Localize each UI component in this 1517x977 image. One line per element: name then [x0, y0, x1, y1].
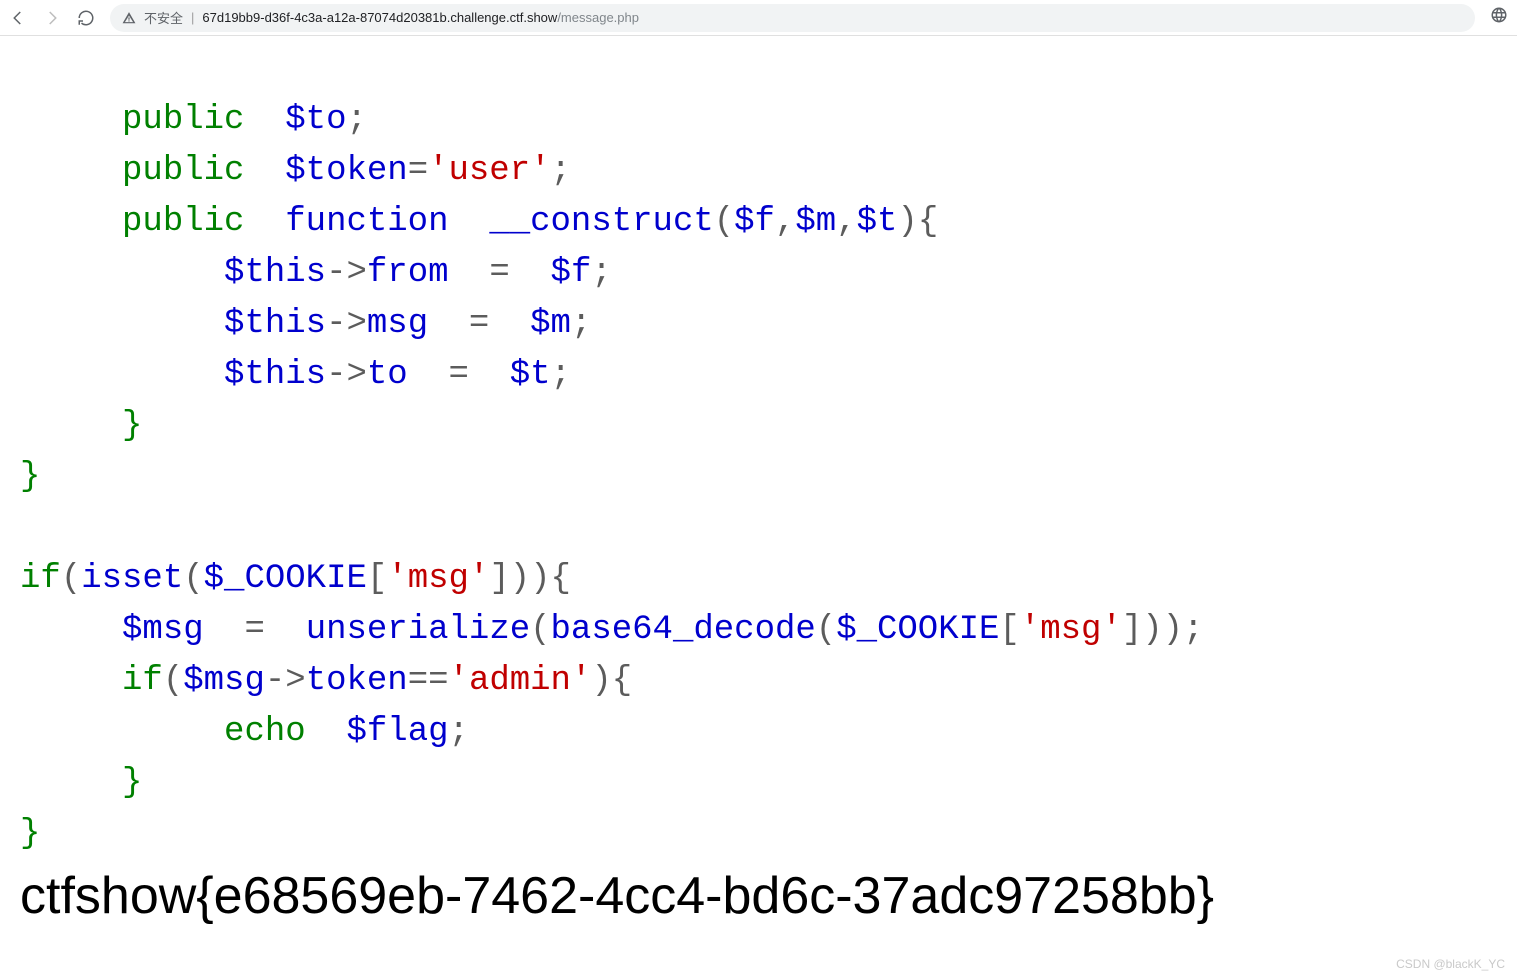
code-line: public $token='user';	[20, 152, 571, 190]
back-button[interactable]	[8, 8, 28, 28]
code-viewport: public $to; public $token='user'; public…	[0, 36, 1517, 860]
code-line: }	[20, 815, 40, 853]
url-text: 67d19bb9-d36f-4c3a-a12a-87074d20381b.cha…	[202, 10, 639, 25]
code-line: }	[20, 407, 142, 445]
code-line: echo $flag;	[20, 713, 469, 751]
watermark: CSDN @blackK_YC	[1396, 957, 1505, 971]
flag-output: ctfshow{e68569eb-7462-4cc4-bd6c-37adc972…	[0, 860, 1517, 926]
code-line: }	[20, 458, 40, 496]
code-line: $this->to = $t;	[20, 356, 571, 394]
warning-icon	[122, 11, 136, 25]
reload-button[interactable]	[76, 8, 96, 28]
code-line: if($msg->token=='admin'){	[20, 662, 632, 700]
insecure-label: 不安全	[144, 8, 183, 27]
browser-toolbar: 不安全 | 67d19bb9-d36f-4c3a-a12a-87074d2038…	[0, 0, 1517, 36]
code-line: $this->from = $f;	[20, 254, 612, 292]
code-line: public function __construct($f,$m,$t){	[20, 203, 938, 241]
forward-button[interactable]	[42, 8, 62, 28]
code-line: if(isset($_COOKIE['msg'])){	[20, 560, 571, 598]
code-line: $this->msg = $m;	[20, 305, 591, 343]
code-line: public $to;	[20, 101, 367, 139]
code-line: }	[20, 764, 142, 802]
address-bar[interactable]: 不安全 | 67d19bb9-d36f-4c3a-a12a-87074d2038…	[110, 4, 1475, 32]
translate-icon[interactable]	[1489, 6, 1509, 29]
code-line	[20, 509, 40, 547]
separator: |	[191, 10, 194, 25]
code-line: $msg = unserialize(base64_decode($_COOKI…	[20, 611, 1203, 649]
